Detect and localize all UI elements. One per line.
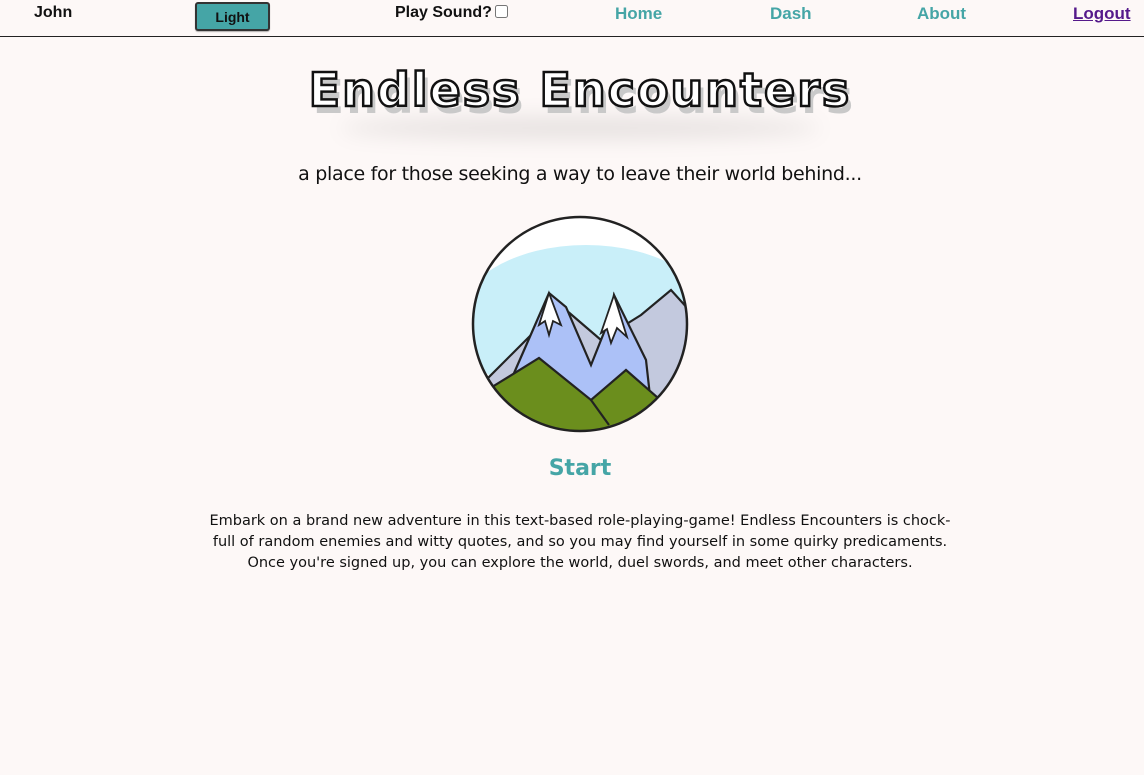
page-subtitle: a place for those seeking a way to leave… — [298, 163, 862, 185]
page-title: Endless Encounters — [307, 62, 852, 119]
nav-home-link[interactable]: Home — [615, 4, 662, 24]
nav-dash-link[interactable]: Dash — [770, 4, 812, 24]
description-text: Embark on a brand new adventure in this … — [209, 513, 951, 571]
theme-toggle-button[interactable]: Light — [195, 2, 270, 31]
nav-about-link[interactable]: About — [917, 4, 966, 24]
play-sound-toggle[interactable]: Play Sound? — [395, 4, 508, 22]
title-block: Endless Encounters — [300, 55, 860, 145]
username: John — [34, 4, 73, 21]
top-nav: John Light Play Sound? Home Dash About L… — [0, 0, 1144, 37]
logout-link[interactable]: Logout — [1073, 4, 1131, 24]
play-sound-label: Play Sound? — [395, 4, 492, 21]
start-link[interactable]: Start — [0, 456, 1144, 481]
play-sound-checkbox[interactable] — [494, 4, 508, 18]
mountain-emblem-icon — [471, 215, 689, 433]
